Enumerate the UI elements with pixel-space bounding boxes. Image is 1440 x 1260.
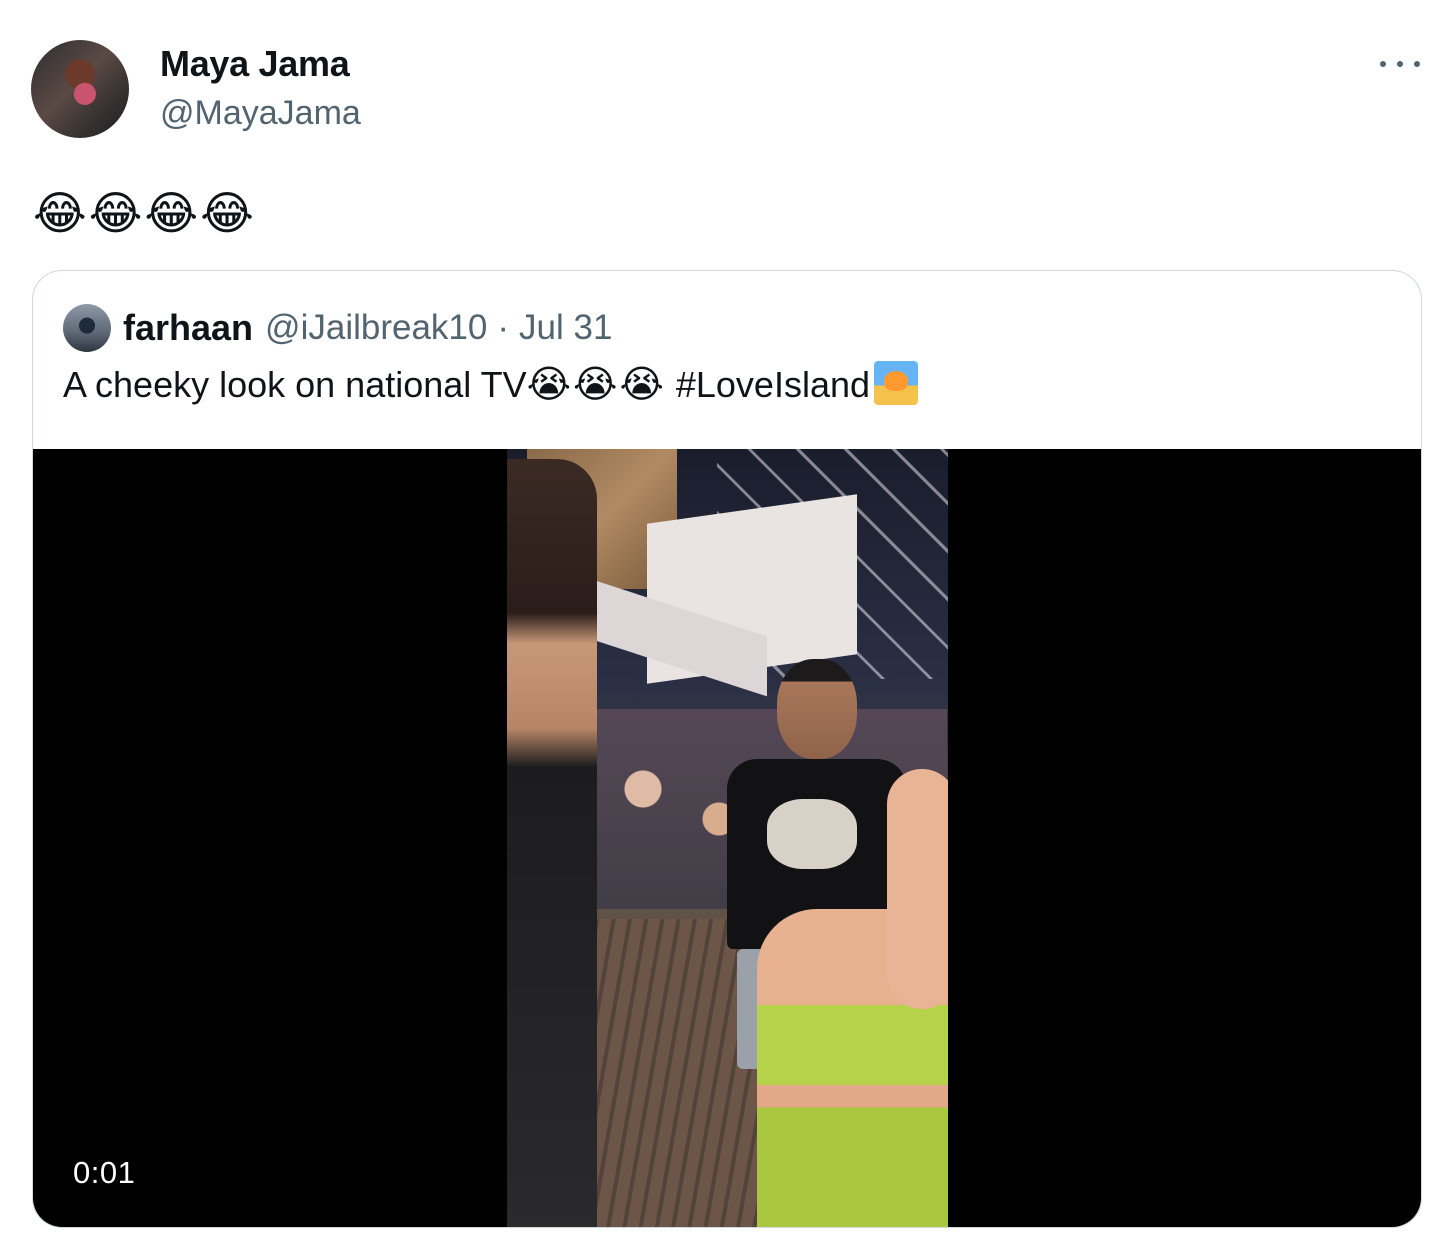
man-head — [777, 659, 857, 759]
ellipsis-icon — [1380, 61, 1386, 67]
separator-dot: · — [497, 308, 510, 347]
quoted-tweet-body: A cheeky look on national TV — [63, 364, 527, 405]
quoted-author-name[interactable]: farhaan — [123, 307, 253, 349]
video-player[interactable]: 0:01 — [33, 449, 1421, 1227]
hashtag-link[interactable]: #LoveIsland — [666, 364, 870, 405]
author-block: Maya Jama @MayaJama — [160, 42, 361, 135]
author-handle[interactable]: @MayaJama — [160, 91, 361, 135]
quoted-tweet-header: farhaan @iJailbreak10 · Jul 31 — [63, 303, 612, 353]
tweet-text: 😂😂😂😂 — [33, 187, 256, 239]
quoted-author-avatar[interactable] — [63, 304, 111, 352]
ellipsis-icon — [1397, 61, 1403, 67]
quoted-tweet-text: A cheeky look on national TV😭😭😭 #LoveIsl… — [63, 361, 919, 409]
island-hashtag-icon — [874, 361, 919, 405]
video-frame — [507, 449, 948, 1227]
ellipsis-icon — [1414, 61, 1420, 67]
author-name[interactable]: Maya Jama — [160, 42, 361, 86]
more-options-button[interactable] — [1380, 50, 1420, 78]
raised-arm — [887, 769, 948, 1009]
crying-face-emojis: 😭😭😭 — [526, 364, 666, 406]
author-avatar[interactable] — [31, 40, 129, 138]
quoted-author-handle[interactable]: @iJailbreak10 — [265, 308, 487, 348]
woman-left-figure — [507, 459, 597, 1227]
quoted-tweet[interactable]: farhaan @iJailbreak10 · Jul 31 A cheeky … — [32, 270, 1422, 1228]
video-timestamp: 0:01 — [73, 1155, 136, 1190]
quoted-tweet-date[interactable]: Jul 31 — [519, 308, 612, 348]
tweet[interactable]: Maya Jama @MayaJama 😂😂😂😂 farhaan @iJailb… — [0, 0, 1440, 1260]
